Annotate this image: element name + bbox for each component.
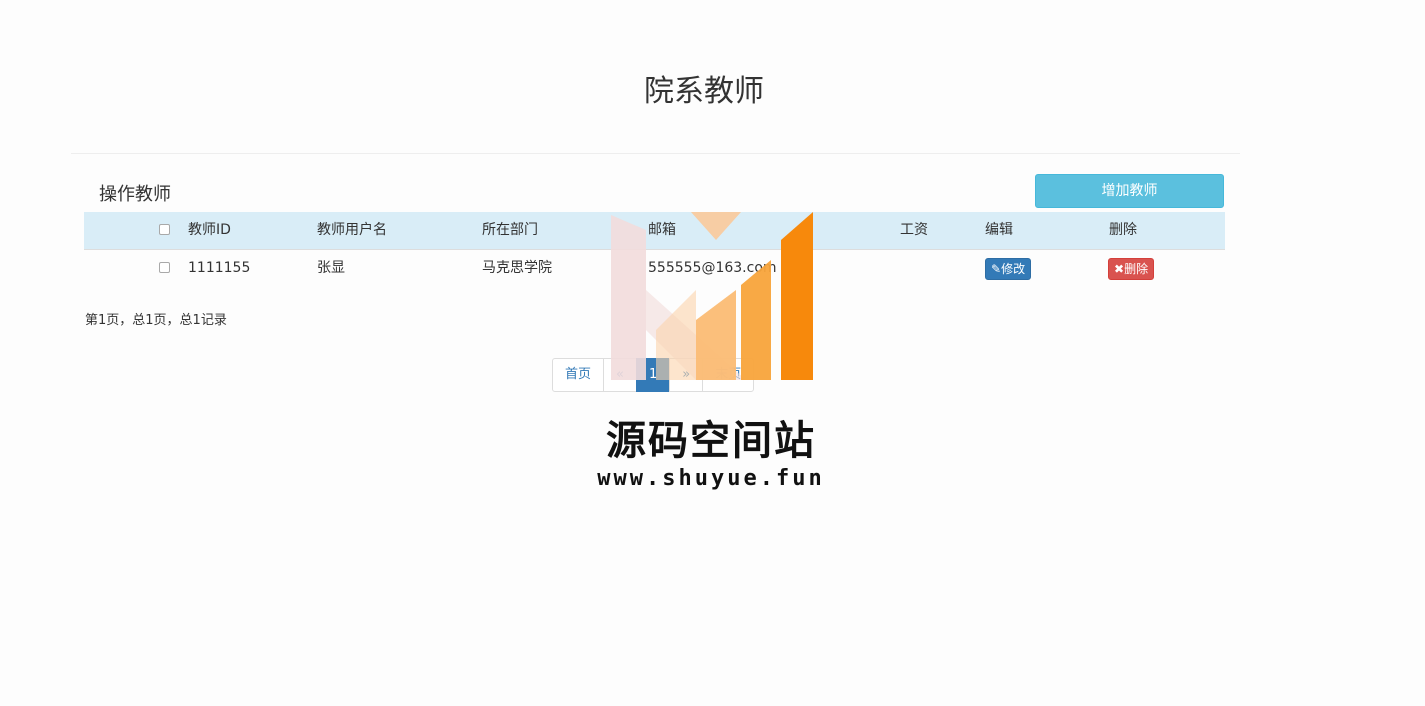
cell-email: 555555@163.com [648,260,777,276]
watermark-title: 源码空间站 [606,418,816,464]
row-checkbox[interactable] [159,262,170,273]
add-teacher-button[interactable]: 增加教师 [1035,174,1224,208]
divider [71,153,1240,154]
delete-label: 删除 [1124,262,1149,276]
page-title: 院系教师 [644,74,764,109]
header-salary: 工资 [900,222,928,238]
header-edit: 编辑 [985,222,1013,238]
delete-button[interactable]: ✖删除 [1108,258,1155,280]
close-icon: ✖ [1114,262,1125,276]
section-title: 操作教师 [99,184,171,205]
page-prev[interactable]: « [603,358,637,392]
cell-username: 张显 [317,260,345,276]
teachers-table: 教师ID 教师用户名 所在部门 邮箱 工资 编辑 删除 1111155 张显 马… [84,212,1225,288]
header-username: 教师用户名 [317,222,387,238]
watermark-url: www.shuyue.fun [597,466,825,491]
pagination: 首页 « 1 » 末页 [552,358,755,392]
cell-department: 马克思学院 [482,260,552,276]
select-all-checkbox[interactable] [159,224,170,235]
header-department: 所在部门 [482,222,538,238]
header-delete: 删除 [1109,222,1137,238]
edit-label: 修改 [1001,262,1026,276]
page-current[interactable]: 1 [635,358,671,392]
page-next[interactable]: » [669,358,704,392]
page-first[interactable]: 首页 [552,358,605,392]
table-header-row: 教师ID 教师用户名 所在部门 邮箱 工资 编辑 删除 [84,212,1225,250]
edit-button[interactable]: ✎修改 [985,258,1032,280]
header-email: 邮箱 [648,222,676,238]
cell-teacher-id: 1111155 [188,260,251,276]
page-last[interactable]: 末页 [702,358,755,392]
header-teacher-id: 教师ID [188,222,231,238]
pager-info: 第1页，总1页，总1记录 [85,313,227,328]
table-row: 1111155 张显 马克思学院 555555@163.com ✎修改 ✖删除 [84,250,1225,288]
pencil-icon: ✎ [991,262,1002,276]
